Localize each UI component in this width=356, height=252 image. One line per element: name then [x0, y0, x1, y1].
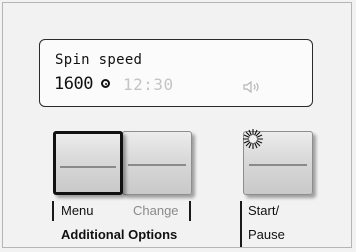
button-groove [127, 164, 187, 166]
display-time-value: 12:30 [123, 75, 174, 94]
light-burst-icon [243, 129, 263, 149]
menu-left-divider [52, 201, 54, 221]
display-program-label: Spin speed [55, 52, 143, 68]
change-right-divider [189, 201, 191, 221]
speaker-icon [243, 81, 259, 93]
start-pause-button[interactable] [243, 129, 313, 195]
additional-options-label: Additional Options [61, 227, 178, 242]
menu-label: Menu [61, 203, 94, 218]
menu-button[interactable] [53, 131, 123, 195]
change-button[interactable] [122, 131, 192, 195]
pause-label: Pause [248, 227, 285, 242]
change-label: Change [133, 203, 179, 218]
start-label: Start/ [248, 203, 280, 218]
display-spin-value: 1600 [54, 74, 93, 94]
lcd-display: Spin speed 1600 12:30 [39, 39, 313, 107]
button-groove [60, 166, 116, 168]
spin-icon [101, 79, 110, 88]
control-panel: Spin speed 1600 12:30 Menu Change Additi… [2, 2, 352, 248]
start-left-divider [240, 201, 242, 247]
button-groove [248, 164, 308, 166]
